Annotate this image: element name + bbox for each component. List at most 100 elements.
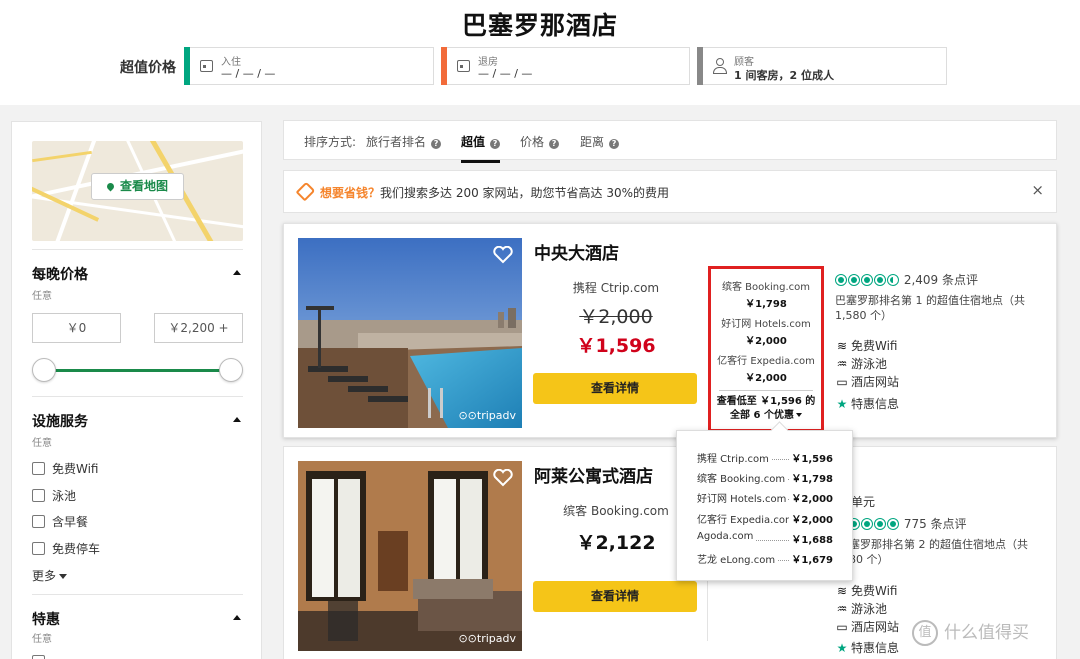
- collapse-price-icon[interactable]: [233, 270, 241, 275]
- guests-value: 1 间客房，2 位成人: [734, 69, 834, 82]
- amenity-option-wifi[interactable]: 免费Wifi: [32, 460, 99, 477]
- amenity-option-label: 免费停车: [52, 542, 101, 556]
- checkbox[interactable]: [32, 542, 45, 555]
- hotel-card[interactable]: ⊙⊙tripadv 中央大酒店 携程 Ctrip.com ￥2,000 ￥1,5…: [283, 223, 1057, 438]
- info-icon[interactable]: ?: [490, 139, 501, 149]
- checkin-value: — / — / —: [221, 67, 276, 80]
- calendar-icon: [200, 60, 213, 72]
- amenity-option-label: 泳池: [52, 489, 77, 503]
- popup-offer-row[interactable]: 好订网 Hotels.com ￥2,000: [697, 490, 833, 505]
- map-thumbnail[interactable]: 查看地图: [32, 141, 243, 241]
- sort-option-label: 距离: [580, 135, 605, 149]
- view-deal-button[interactable]: 查看详情: [533, 581, 697, 612]
- sort-option-label: 价格: [520, 135, 545, 149]
- partial-text: 单元: [851, 495, 876, 509]
- price-slider-max-handle[interactable]: [219, 358, 243, 382]
- checkout-label: 退房: [478, 57, 498, 68]
- pool-icon: ♒: [836, 602, 848, 616]
- price-slider-track[interactable]: [44, 369, 231, 372]
- star-icon: ★: [836, 641, 848, 655]
- sort-option-best-value[interactable]: 超值?: [461, 133, 501, 163]
- checkbox[interactable]: [32, 462, 45, 475]
- rating-row[interactable]: 2,409 条点评: [835, 271, 978, 288]
- view-map-button[interactable]: 查看地图: [91, 173, 184, 200]
- column-divider: [707, 581, 708, 641]
- sort-option-traveler-rank[interactable]: 旅行者排名?: [366, 133, 442, 150]
- filter-sidebar: 查看地图 每晚价格 任意 ￥0 ￥2,200 + 设施服务 任意 免费Wifi …: [11, 121, 262, 659]
- review-count[interactable]: 775 条点评: [904, 517, 967, 531]
- amenity-wifi: ≋ 免费Wifi: [836, 584, 898, 598]
- sort-option-label: 超值: [461, 135, 486, 149]
- price-max-input[interactable]: ￥2,200 +: [154, 313, 243, 343]
- sort-option-distance[interactable]: 距离?: [580, 133, 620, 150]
- amenity-website[interactable]: ▭ 酒店网站: [835, 618, 899, 635]
- price-tag-icon: [295, 181, 316, 202]
- price-filter-title: 每晚价格: [32, 267, 88, 283]
- checkin-label: 入住: [221, 57, 241, 68]
- popup-offer-row[interactable]: 缤客 Booking.com ￥1,798: [697, 470, 833, 485]
- savings-message: 我们搜索多达 200 家网站，助您节省高达 30%的费用: [380, 186, 670, 200]
- monitor-icon: ▭: [836, 375, 848, 389]
- sort-option-price[interactable]: 价格?: [520, 133, 560, 150]
- checkbox[interactable]: [32, 655, 45, 659]
- info-icon[interactable]: ?: [549, 139, 560, 149]
- checkout-accent-bar: [441, 47, 447, 85]
- price-min-input[interactable]: ￥0: [32, 313, 121, 343]
- rating-bubble-icon: [887, 518, 899, 530]
- pool-icon: ♒: [836, 357, 848, 371]
- popup-offer-row[interactable]: 携程 Ctrip.com ￥1,596: [697, 450, 833, 465]
- hotel-photo[interactable]: ⊙⊙tripadv: [298, 461, 522, 651]
- other-offers-box: 缤客 Booking.com ￥1,798 好订网 Hotels.com ￥2,00…: [708, 266, 824, 432]
- hotel-photo-image: [298, 238, 522, 428]
- amenities-filter-sub: 任意: [32, 438, 52, 449]
- checkout-field[interactable]: 退房 — / — / —: [441, 47, 690, 85]
- savings-banner: 想要省钱？ 我们搜索多达 200 家网站，助您节省高达 30%的费用 ×: [283, 170, 1057, 213]
- other-offer[interactable]: 缤客 Booking.com ￥1,798: [711, 278, 821, 310]
- amenity-option-pool[interactable]: 泳池: [32, 487, 76, 504]
- info-icon[interactable]: ?: [609, 139, 620, 149]
- price-provider: 携程 Ctrip.com: [572, 281, 660, 295]
- hotel-name[interactable]: 阿莱公寓式酒店: [534, 462, 653, 487]
- review-count[interactable]: 2,409 条点评: [904, 273, 978, 287]
- popup-offer-row[interactable]: 亿客行 Expedia.com ￥2,000: [697, 511, 833, 526]
- deal-price: ￥1,596: [576, 335, 656, 357]
- amenity-website[interactable]: ▭ 酒店网站: [835, 373, 899, 390]
- see-all-offers-link[interactable]: 查看低至 ￥1,596 的全部 6 个优惠: [711, 395, 821, 423]
- sort-label: 排序方式:: [304, 135, 357, 149]
- amenity-wifi: ≋ 免费Wifi: [836, 339, 898, 353]
- hotel-photo[interactable]: ⊙⊙tripadv: [298, 238, 522, 428]
- info-icon[interactable]: ?: [431, 139, 442, 149]
- amenities-filter-title: 设施服务: [32, 414, 88, 430]
- wifi-icon: ≋: [836, 584, 848, 598]
- guests-field[interactable]: 顾客 1 间客房，2 位成人: [697, 47, 947, 85]
- hotel-name[interactable]: 中央大酒店: [534, 239, 619, 264]
- amenity-special-offer[interactable]: ★ 特惠信息: [835, 395, 899, 412]
- price-provider: 缤客 Booking.com: [563, 504, 669, 518]
- rating-half-bubble-icon: [887, 274, 899, 286]
- popup-offer-row[interactable]: Agoda.com ￥1,688: [697, 531, 833, 546]
- other-offer[interactable]: 亿客行 Expedia.com ￥2,000: [711, 352, 821, 384]
- more-amenities-link[interactable]: 更多: [32, 567, 68, 584]
- rating-row[interactable]: 775 条点评: [835, 515, 967, 532]
- heart-icon[interactable]: [493, 469, 513, 487]
- checkin-field[interactable]: 入住 — / — / —: [184, 47, 434, 85]
- amenity-option-label: 含早餐: [52, 515, 89, 529]
- more-label: 更多: [32, 569, 57, 583]
- collapse-amenities-icon[interactable]: [233, 417, 241, 422]
- deal-option[interactable]: [32, 655, 52, 659]
- popup-offer-row[interactable]: 艺龙 eLong.com ￥1,679: [697, 551, 833, 566]
- heart-icon[interactable]: [493, 246, 513, 264]
- other-offer[interactable]: 好订网 Hotels.com ￥2,000: [711, 315, 821, 347]
- deals-filter-sub: 任意: [32, 634, 52, 645]
- all-offers-popup: 携程 Ctrip.com ￥1,596 缤客 Booking.com ￥1,798 …: [676, 430, 853, 581]
- amenity-option-breakfast[interactable]: 含早餐: [32, 513, 88, 530]
- collapse-deals-icon[interactable]: [233, 615, 241, 620]
- close-icon[interactable]: ×: [1031, 181, 1044, 199]
- price-slider-min-handle[interactable]: [32, 358, 56, 382]
- checkbox[interactable]: [32, 489, 45, 502]
- checkbox[interactable]: [32, 515, 45, 528]
- amenity-option-parking[interactable]: 免费停车: [32, 540, 100, 557]
- deals-filter-title: 特惠: [32, 612, 60, 628]
- amenity-special-offer[interactable]: ★ 特惠信息: [835, 639, 899, 656]
- view-deal-button[interactable]: 查看详情: [533, 373, 697, 404]
